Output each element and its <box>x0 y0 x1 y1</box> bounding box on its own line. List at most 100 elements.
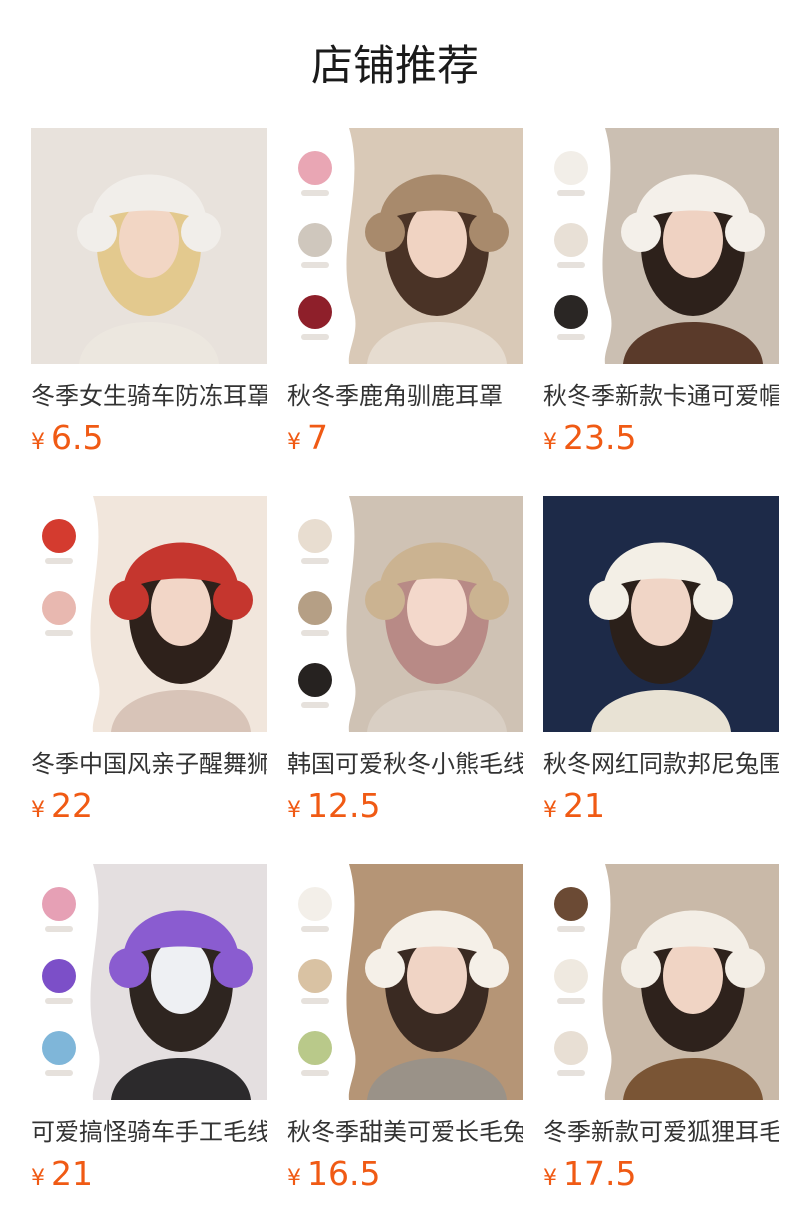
color-swatch <box>298 887 332 921</box>
color-swatch <box>298 519 332 553</box>
product-name[interactable]: 秋冬季新款卡通可爱帽子 <box>543 378 779 414</box>
product-name[interactable]: 秋冬季甜美可爱长毛兔耳帽 <box>287 1114 523 1150</box>
hat-ear-flap <box>469 580 509 620</box>
product-name[interactable]: 秋冬季鹿角驯鹿耳罩 <box>287 378 523 414</box>
product-name[interactable]: 冬季新款可爱狐狸耳毛绒帽 <box>543 1114 779 1150</box>
currency-symbol: ¥ <box>543 430 557 455</box>
color-swatch <box>42 887 76 921</box>
product-image[interactable] <box>287 496 523 732</box>
purple-monster-hat-photo <box>31 864 267 1100</box>
product-name[interactable]: 可爱搞怪骑车手工毛线帽 <box>31 1114 267 1150</box>
color-swatch <box>298 151 332 185</box>
fox-ear-plush-hat-photo <box>543 864 779 1100</box>
product-card[interactable]: 秋冬季甜美可爱长毛兔耳帽 ¥16.5 <box>287 864 523 1204</box>
model-face <box>663 938 723 1014</box>
currency-symbol: ¥ <box>287 430 301 455</box>
swatch-label-bar <box>45 558 73 564</box>
color-swatch <box>298 663 332 697</box>
color-swatch <box>42 1031 76 1065</box>
color-swatch <box>298 223 332 257</box>
swatch-label-bar <box>45 630 73 636</box>
swatch-label-bar <box>301 334 329 340</box>
swatch-label-bar <box>301 558 329 564</box>
currency-symbol: ¥ <box>31 798 45 823</box>
hat-ear-flap <box>469 212 509 252</box>
hat-ear-flap <box>725 212 765 252</box>
product-card[interactable]: 秋冬季鹿角驯鹿耳罩 ¥7 <box>287 128 523 468</box>
product-name[interactable]: 冬季中国风亲子醒舞狮帽 <box>31 746 267 782</box>
price-value: 17.5 <box>563 1154 637 1193</box>
product-card[interactable]: 秋冬季新款卡通可爱帽子 ¥23.5 <box>543 128 779 468</box>
color-swatch <box>554 223 588 257</box>
model-face <box>407 570 467 646</box>
model-face <box>119 202 179 278</box>
product-price: ¥21 <box>31 1154 93 1194</box>
product-image[interactable] <box>287 128 523 364</box>
hat-ear-flap <box>589 580 629 620</box>
product-name[interactable]: 韩国可爱秋冬小熊毛线帽 <box>287 746 523 782</box>
lion-dance-hat-photo <box>31 496 267 732</box>
price-value: 22 <box>51 786 93 825</box>
product-image[interactable] <box>31 864 267 1100</box>
color-swatch <box>554 1031 588 1065</box>
product-image[interactable] <box>287 864 523 1100</box>
currency-symbol: ¥ <box>287 798 301 823</box>
swatch-label-bar <box>557 926 585 932</box>
product-card[interactable]: 冬季新款可爱狐狸耳毛绒帽 ¥17.5 <box>543 864 779 1204</box>
product-image[interactable] <box>543 864 779 1100</box>
product-card[interactable]: 冬季女生骑车防冻耳罩 ¥6.5 <box>31 128 267 468</box>
product-price: ¥22 <box>31 786 93 826</box>
swatch-label-bar <box>45 1070 73 1076</box>
price-value: 21 <box>563 786 605 825</box>
night-city-bunny-scarf-hat-photo <box>543 496 779 732</box>
price-value: 12.5 <box>307 786 381 825</box>
color-swatch <box>554 295 588 329</box>
currency-symbol: ¥ <box>543 1166 557 1191</box>
color-swatch <box>554 959 588 993</box>
hat-ear-flap <box>365 948 405 988</box>
model-face <box>151 938 211 1014</box>
hat-ear-flap <box>469 948 509 988</box>
color-swatch <box>298 295 332 329</box>
currency-symbol: ¥ <box>287 1166 301 1191</box>
hat-ear-flap <box>109 580 149 620</box>
product-price: ¥17.5 <box>543 1154 636 1194</box>
hat-ear-flap <box>365 580 405 620</box>
price-value: 21 <box>51 1154 93 1193</box>
hat-ear-flap <box>109 948 149 988</box>
hat-ear-flap <box>181 212 221 252</box>
product-card[interactable]: 可爱搞怪骑车手工毛线帽 ¥21 <box>31 864 267 1204</box>
swatch-label-bar <box>301 630 329 636</box>
product-price: ¥7 <box>287 418 328 458</box>
product-card[interactable]: 秋冬网红同款邦尼兔围巾帽 ¥21 <box>543 496 779 836</box>
product-card[interactable]: 韩国可爱秋冬小熊毛线帽 ¥12.5 <box>287 496 523 836</box>
swatch-label-bar <box>557 262 585 268</box>
product-card[interactable]: 冬季中国风亲子醒舞狮帽 ¥22 <box>31 496 267 836</box>
product-price: ¥12.5 <box>287 786 380 826</box>
hat-ear-flap <box>725 948 765 988</box>
hat-ear-flap <box>365 212 405 252</box>
swatch-label-bar <box>301 262 329 268</box>
product-grid: 冬季女生骑车防冻耳罩 ¥6.5 秋冬季鹿角驯鹿耳罩 ¥7 秋冬季新款卡通可爱帽子… <box>31 128 779 1232</box>
swatch-label-bar <box>45 926 73 932</box>
swatch-label-bar <box>301 1070 329 1076</box>
hat-ear-flap <box>621 212 661 252</box>
product-image[interactable] <box>543 496 779 732</box>
product-price: ¥6.5 <box>31 418 103 458</box>
product-price: ¥16.5 <box>287 1154 380 1194</box>
reindeer-antler-earmuffs-photo <box>287 128 523 364</box>
swatch-label-bar <box>45 998 73 1004</box>
hat-ear-flap <box>621 948 661 988</box>
product-image[interactable] <box>31 128 267 364</box>
product-name[interactable]: 秋冬网红同款邦尼兔围巾帽 <box>543 746 779 782</box>
page-title: 店铺推荐 <box>310 41 479 90</box>
price-value: 23.5 <box>563 418 637 457</box>
swatch-label-bar <box>301 926 329 932</box>
product-image[interactable] <box>31 496 267 732</box>
swatch-label-bar <box>557 334 585 340</box>
product-image[interactable] <box>543 128 779 364</box>
bear-ear-beanie-photo <box>287 496 523 732</box>
color-swatch <box>554 887 588 921</box>
price-value: 7 <box>307 418 328 457</box>
product-name[interactable]: 冬季女生骑车防冻耳罩 <box>31 378 267 414</box>
